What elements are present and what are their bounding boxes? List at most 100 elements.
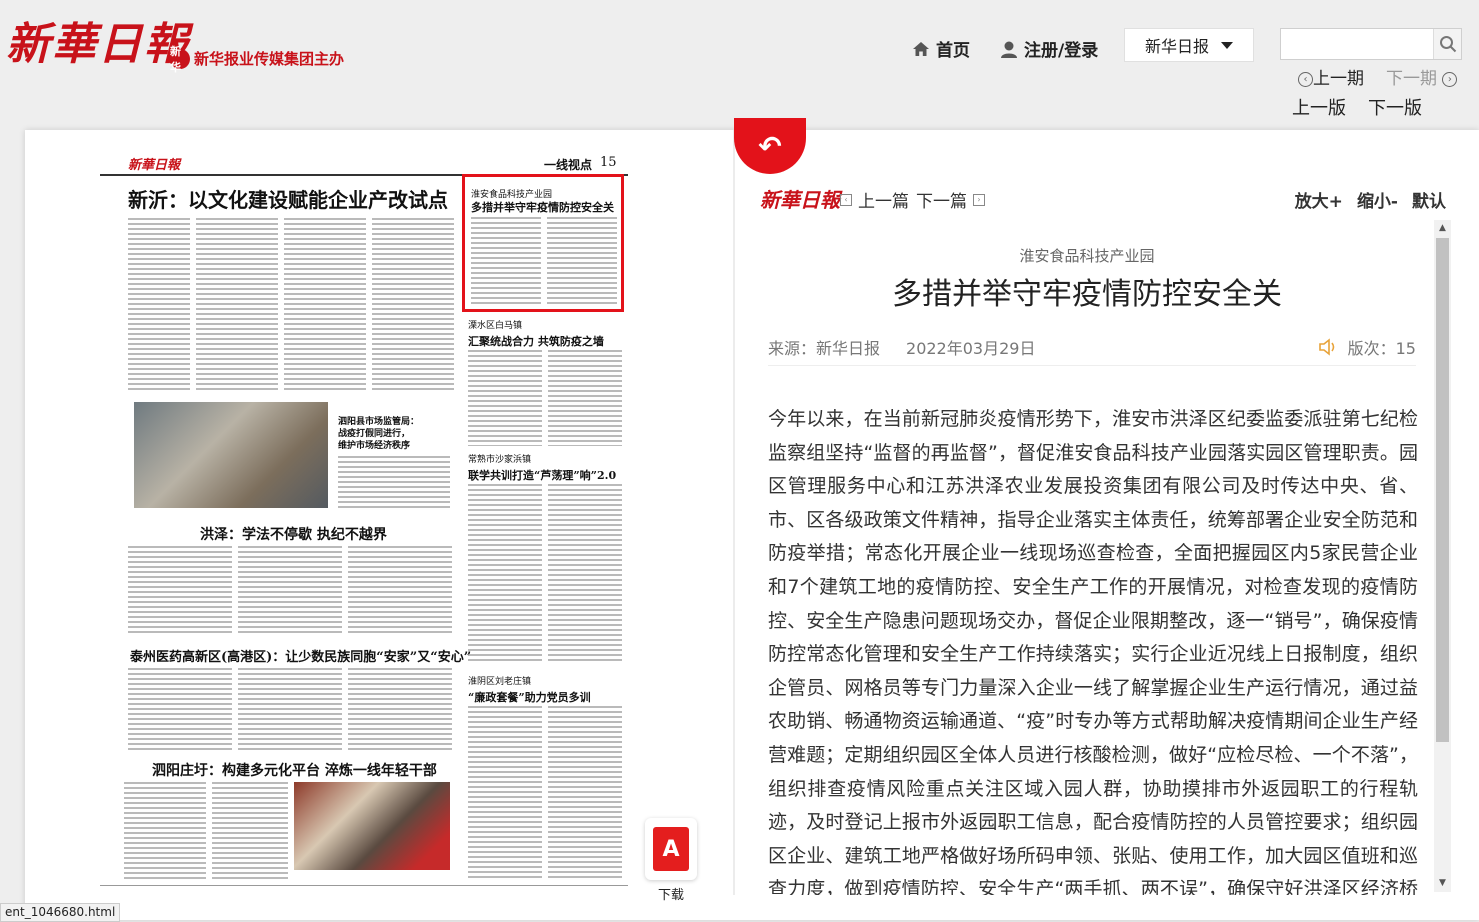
newspaper-text-block [468,484,542,664]
newspaper-text-block [372,218,454,390]
zoom-reset-button[interactable]: 默认 [1412,187,1446,212]
newspaper-page-footer [100,885,628,892]
newspaper-text-block [212,782,288,882]
article-content: 淮安食品科技产业园 多措并举守牢疫情防控安全关 来源：新华日报 2022年03月… [740,215,1434,895]
caret-down-icon [1221,41,1233,49]
search-icon [1439,36,1456,53]
prev-period-label: 上一期 [1313,69,1364,89]
article-date: 2022年03月29日 [906,339,1036,358]
newspaper-photo-caption: 泗阳县市场监管局： 战疫打假同进行， 维护市场经济秩序 [338,416,419,452]
newspaper-text-block [547,217,617,305]
newspaper-headline[interactable]: 泰州医药高新区(高港区)：让少数民族同胞“安家”又“安心” [130,646,471,665]
newspaper-headline[interactable]: 洪泽：学法不停歇 执纪不越界 [200,524,387,544]
article-body: 今年以来，在当前新冠肺炎疫情形势下，淮安市洪泽区纪委监委派驻第七纪检监察组坚持“… [768,408,1418,895]
newspaper-text-block [284,218,366,390]
chevron-left-icon: ‹ [840,193,852,206]
article-scrollbar[interactable]: ▲ ▼ [1434,220,1451,892]
scroll-up-icon[interactable]: ▲ [1434,220,1451,237]
article-meta: 来源：新华日报 2022年03月29日 [768,335,1035,359]
newspaper-text-block [348,546,452,636]
side-article-sub: 常熟市沙家浜镇 [468,455,532,465]
newspaper-text-block [124,782,206,882]
period-nav: ‹ 上一期 下一期 › [1298,64,1458,89]
edition-nav: 上一版 下一版 [1292,94,1422,120]
article-edition-label: 版次：15 [1347,339,1416,358]
paper-select-value: 新华日报 [1144,37,1209,56]
highlighted-article-box[interactable]: 淮安食品科技产业园 多措并举守牢疫情防控安全关 [462,174,624,312]
search-box [1280,28,1462,60]
sponsor-mark-icon: 新华 [170,45,190,74]
nav-login-label: 注册/登录 [1024,41,1099,61]
meta-divider [768,365,1416,366]
next-article-link[interactable]: 下一篇 › [916,187,985,212]
next-period-label: 下一期 [1386,69,1437,89]
zoom-controls: 放大+ 缩小- 默认 [1295,187,1446,212]
prev-article-label: 上一篇 [858,192,909,212]
article-toolbar: 新華日報 ‹ 上一篇 下一篇 › 放大+ 缩小- 默认 [760,184,1450,212]
newspaper-text-block [348,668,452,750]
newspaper-text-block [128,668,232,750]
newspaper-page-number: 15 [600,155,617,170]
zoom-in-button[interactable]: 放大+ [1295,187,1343,212]
return-arrow-icon: ↶ [758,129,782,163]
article-edition: 版次：15 [1318,335,1416,359]
nav-home-label: 首页 [936,41,970,61]
newspaper-headline[interactable]: 新沂：以文化建设赋能企业产改试点 [128,184,448,213]
sponsor-text: 新华报业传媒集团主办 [194,50,345,68]
newspaper-logo: 新華日報 [128,158,181,173]
newspaper-text-block [238,668,342,750]
newspaper-text-block [196,218,278,390]
newspaper-text-block [128,218,190,390]
prev-period-link[interactable]: ‹ 上一期 [1298,64,1364,89]
newspaper-headline[interactable]: 泗阳庄圩：构建多元化平台 淬炼一线年轻干部 [152,760,437,780]
next-edition-link[interactable]: 下一版 [1368,94,1422,120]
paper-select[interactable]: 新华日报 [1124,28,1254,62]
download-label[interactable]: 下载 [658,884,684,903]
side-article-title[interactable]: “廉政套餐”助力党员多训 [468,689,591,705]
side-article-title[interactable]: 汇聚统战合力 共筑防疫之墙 [468,333,604,349]
next-period-link[interactable]: 下一期 › [1386,64,1458,89]
panel-divider [733,130,735,895]
newspaper-page-image[interactable]: 新華日報 一线视点 15 新沂：以文化建设赋能企业产改试点 泗阳县市场监管局： … [100,150,628,892]
speaker-icon[interactable] [1318,338,1338,356]
newspaper-text-block [238,546,342,636]
next-article-label: 下一篇 [916,192,967,212]
newspaper-text-block [468,350,542,446]
newspaper-text-block [128,546,232,636]
chevron-right-icon: › [1442,72,1458,87]
newspaper-text-block [471,217,541,305]
newspaper-text-block [548,350,622,446]
newspaper-photo-volunteers [294,782,450,870]
nav-login-link[interactable]: 注册/登录 [1000,36,1098,61]
chevron-left-icon: ‹ [1298,72,1313,87]
search-button[interactable] [1433,29,1461,59]
scroll-down-icon[interactable]: ▼ [1434,875,1451,892]
top-header: 新華日報 新华 新华报业传媒集团主办 首页 注册/登录 新华日报 ‹ 上一期 下一… [0,0,1479,130]
caption-line: 泗阳县市场监管局： [338,417,420,427]
highlight-title: 多措并举守牢疫情防控安全关 [471,201,614,214]
pdf-download-button[interactable]: A [645,818,697,880]
scrollbar-thumb[interactable] [1436,238,1449,742]
zoom-out-button[interactable]: 缩小- [1357,187,1398,212]
newspaper-text-block [468,706,542,878]
newspaper-page-header: 新華日報 一线视点 15 [100,150,628,176]
caption-line: 战疫打假同进行， [338,429,411,439]
newspaper-section: 一线视点 [544,158,593,172]
pdf-icon: A [653,827,689,871]
newspaper-photo-warehouse [134,402,328,508]
side-article-title[interactable]: 联学共训打造“芦荡理”响”2.0 [468,467,616,483]
prev-article-link[interactable]: ‹ 上一篇 [840,187,909,212]
status-bar-url: ent_1046680.html [0,903,121,922]
newspaper-text-block [338,456,450,508]
side-article-sub: 溧水区白马镇 [468,321,523,331]
article-title: 多措并举守牢疫情防控安全关 [892,277,1282,312]
site-logo[interactable]: 新華日報 [6,8,190,72]
search-input[interactable] [1281,29,1433,59]
caption-line: 维护市场经济秩序 [338,441,411,451]
article-toolbar-logo: 新華日報 [760,188,840,212]
user-icon [1001,41,1017,58]
nav-home-link[interactable]: 首页 [912,36,970,61]
side-article-sub: 淮阴区刘老庄镇 [468,677,532,687]
prev-edition-link[interactable]: 上一版 [1292,94,1346,120]
newspaper-text-block [548,484,622,664]
